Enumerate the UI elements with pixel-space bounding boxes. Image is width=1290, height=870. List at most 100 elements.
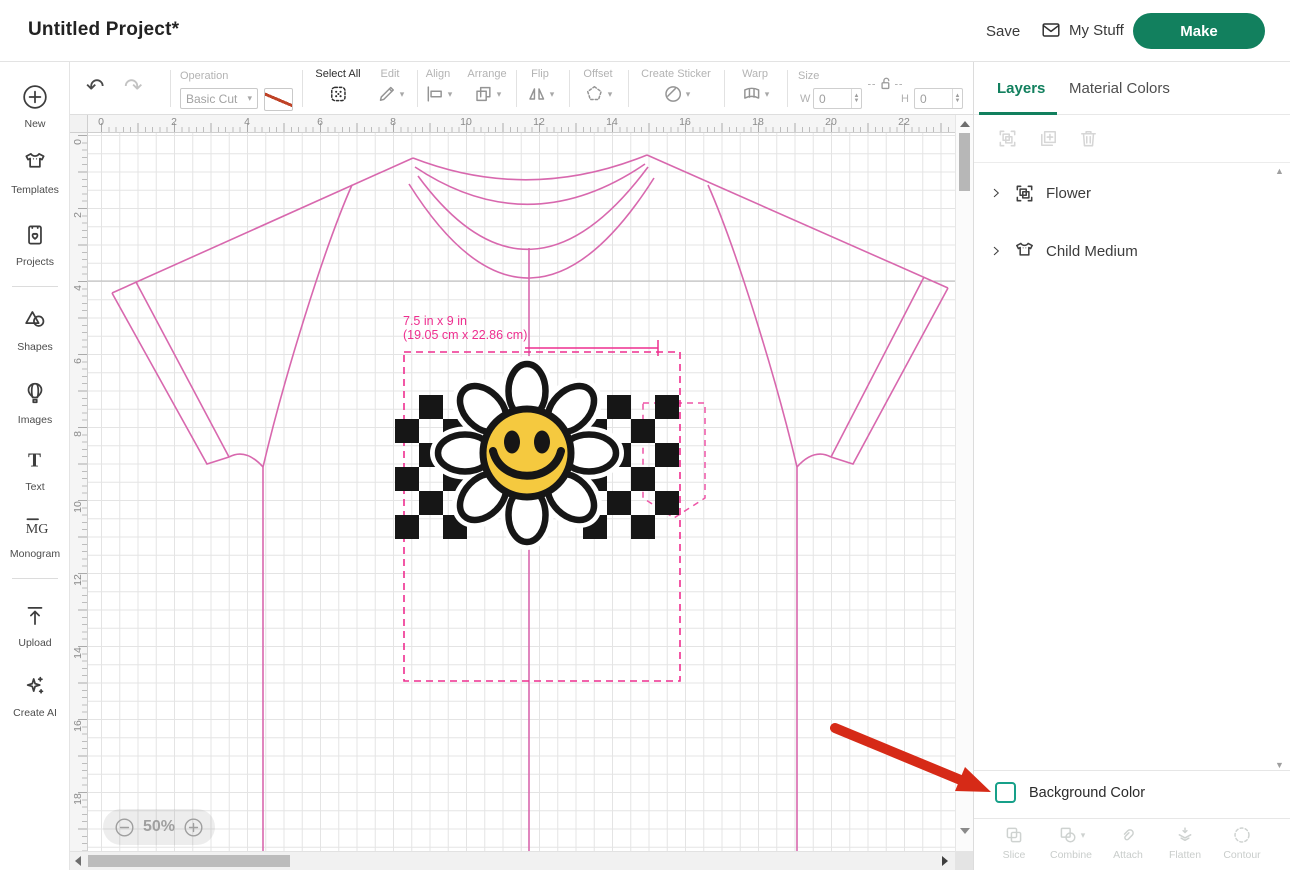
sidebar-item-new[interactable]: New [0,84,70,130]
height-input[interactable] [915,89,952,108]
canvas-grid[interactable]: 7.5 in x 9 in (19.05 cm x 22.86 cm) [88,133,955,851]
redo-button[interactable]: ↷ [124,76,142,98]
toolbar-align-button[interactable]: Align▾ [424,68,453,105]
my-stuff-button[interactable]: My Stuff [1040,19,1124,41]
checker-square [655,443,679,467]
layer-row-child-medium[interactable]: Child Medium [974,229,1290,273]
toolbar-offset-button[interactable]: Offset▾ [583,68,612,105]
undo-button[interactable]: ↶ [86,76,104,98]
tab-material-colors[interactable]: Material Colors [1069,80,1170,97]
upload-icon [22,616,48,633]
warp-icon [741,83,763,105]
layers-toolbar [974,115,1290,162]
size-label: Size [798,70,819,82]
toolbar-label: Warp [741,68,770,80]
slice-button[interactable]: Slice [982,823,1046,861]
make-button[interactable]: Make [1133,13,1265,49]
flatten-button[interactable]: Flatten [1153,823,1217,861]
sidebar-item-images[interactable]: Images [0,380,70,426]
toolbar-divider [170,70,171,107]
expand-chevron-icon[interactable] [988,243,1004,259]
sidebar-item-text[interactable]: TText [0,447,70,493]
group-icon[interactable] [996,127,1019,155]
flip-icon [526,83,548,105]
ruler-number: 10 [460,116,472,128]
scroll-up-arrow[interactable] [960,121,970,127]
edit-icon [376,83,398,105]
toolbar-label: Create Sticker [641,68,711,80]
contour-button[interactable]: Contour [1210,823,1274,861]
scroll-down-arrow[interactable] [960,828,970,834]
toolbar-flip-button[interactable]: Flip▾ [526,68,555,105]
scroll-left-arrow[interactable] [75,856,81,866]
operation-dropdown[interactable]: Basic Cut ▾ [180,88,258,109]
attach-icon [1117,824,1139,846]
checker-square [607,395,631,419]
save-button[interactable]: Save [986,23,1020,40]
scroll-right-arrow[interactable] [942,856,948,866]
zoom-out-button[interactable] [114,817,135,838]
envelope-icon [1040,19,1062,41]
layer-row-flower[interactable]: Flower [974,171,1290,215]
panel-scroll-down-icon[interactable]: ▼ [1275,760,1284,770]
expand-chevron-icon[interactable] [988,185,1004,201]
chevron-down-icon: ▾ [448,90,453,99]
checker-square [395,419,419,443]
sidebar-item-label: Shapes [0,341,70,353]
horizontal-scroll-thumb[interactable] [88,855,290,867]
background-color-checkbox[interactable] [995,782,1016,803]
ruler-number: 2 [71,207,85,223]
flatten-icon [1174,824,1196,846]
action-label: Contour [1210,849,1274,861]
toolbar-edit-button[interactable]: Edit▾ [376,68,405,105]
size-lock[interactable] [868,74,902,94]
combine-button[interactable]: ▾Combine [1039,823,1103,861]
toolbar-warp-button[interactable]: Warp▾ [741,68,770,105]
attach-button[interactable]: Attach [1096,823,1160,861]
layer-label: Flower [1046,185,1091,202]
width-input[interactable] [814,89,851,108]
operation-color-swatch[interactable] [264,88,293,111]
height-stepper[interactable]: ▲▼ [952,89,962,108]
duplicate-icon[interactable] [1037,127,1060,155]
toolbar-arrange-button[interactable]: Arrange▾ [467,68,506,105]
images-icon [22,393,48,410]
left-sidebar: New Templates Projects Shapes Images TText MGM… [0,62,70,870]
zoom-in-button[interactable] [183,817,204,838]
sidebar-item-projects[interactable]: Projects [0,222,70,268]
trash-icon[interactable] [1077,127,1100,155]
toolbar-select-all-button[interactable]: Select All [315,68,360,105]
select-all-icon [327,83,349,105]
tab-layers[interactable]: Layers [997,80,1045,97]
new-icon [22,97,48,114]
toolbar-divider [628,70,629,107]
vertical-scroll-thumb[interactable] [959,133,970,191]
sidebar-item-create-ai[interactable]: Create AI [0,673,70,719]
sidebar-item-upload[interactable]: Upload [0,603,70,649]
edit-toolbar: ↶ ↷ Operation Basic Cut ▾ Select AllEdit… [70,62,973,115]
toolbar-label: Select All [315,68,360,80]
toolbar-divider [787,70,788,107]
panel-tabs: Layers Material Colors [974,62,1290,115]
zoom-control: 50% [103,809,215,845]
sidebar-item-label: Monogram [0,548,70,560]
height-label: H [901,93,909,105]
vertical-scrollbar[interactable] [955,115,973,851]
sidebar-item-monogram[interactable]: MGMonogram [0,514,70,560]
flower-design[interactable] [395,364,679,542]
width-stepper[interactable]: ▲▼ [851,89,861,108]
ruler-number: 12 [71,572,85,588]
ruler-number: 6 [317,116,323,128]
toolbar-create-sticker-button[interactable]: Create Sticker▾ [641,68,711,105]
offset-icon [584,83,606,105]
lock-dash [895,84,902,85]
sidebar-item-shapes[interactable]: Shapes [0,307,70,353]
horizontal-scrollbar[interactable] [70,851,955,870]
smiley-eye [504,431,520,454]
templates-icon [22,163,48,180]
sidebar-item-templates[interactable]: Templates [0,150,70,196]
project-title: Untitled Project* [28,19,179,41]
combine-icon [1057,824,1079,846]
operation-value: Basic Cut [186,92,237,106]
sidebar-divider [12,578,58,579]
